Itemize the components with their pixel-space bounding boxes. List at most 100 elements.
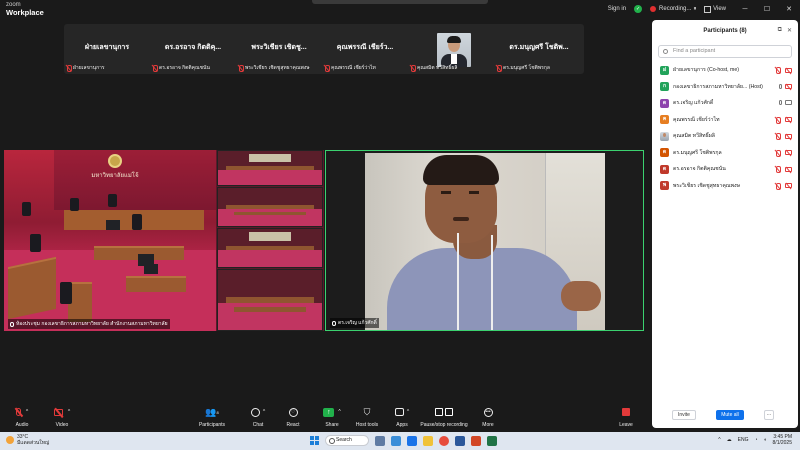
- mic-muted-icon[interactable]: [775, 116, 781, 124]
- room-cam-1: [217, 150, 323, 186]
- participant-name: ดร.อรอาจ กิตติคุณชนัน: [673, 166, 726, 173]
- chevron-up-icon[interactable]: ^: [68, 409, 70, 415]
- wifi-icon[interactable]: ◔: [754, 437, 757, 443]
- share-button[interactable]: ↑ ^ Share: [312, 406, 352, 428]
- chevron-up-icon[interactable]: ^: [263, 409, 265, 415]
- volume-icon[interactable]: ◖: [764, 437, 767, 443]
- participant-row[interactable]: ก กองเลขาธิการสภามหาวิทยาลัย... (Host): [652, 79, 798, 96]
- chevron-up-icon[interactable]: ^: [718, 437, 720, 443]
- zoom-app-icon[interactable]: [407, 435, 417, 446]
- host-tools-button[interactable]: ⛉ Host tools: [347, 406, 387, 429]
- participant-name: คุณสมิต ทวีสิทธิ์ผลิ: [673, 133, 715, 140]
- video-off-icon[interactable]: [785, 117, 792, 122]
- search-icon: [663, 49, 668, 54]
- mic-muted-icon[interactable]: [775, 67, 781, 74]
- chrome-icon[interactable]: [439, 435, 449, 446]
- gallery-tile[interactable]: ฝ่ายเลขานุการ ฝ่ายเลขานุการ: [64, 24, 150, 74]
- recording-indicator[interactable]: Recording... ⏸: [650, 6, 696, 13]
- leave-button[interactable]: Leave: [606, 406, 646, 428]
- word-icon[interactable]: [455, 435, 465, 446]
- video-button[interactable]: ^ Video: [42, 406, 82, 428]
- more-dots-icon: •••: [483, 407, 493, 417]
- active-speaker-video[interactable]: ดร.เจริญ แก้วศักดิ์: [325, 150, 644, 331]
- gallery-tile[interactable]: พระวิเชียร เชิดชู... พระวิเชียร เชิดชูสุ…: [236, 24, 322, 74]
- system-tray: ^ ☁ ENG ◔ ◖ 3:45 PM 8/1/2025: [718, 434, 792, 446]
- sign-in-link[interactable]: Sign in: [608, 6, 626, 12]
- cloud-icon[interactable]: ☁: [727, 437, 732, 443]
- video-name-label: ดร.เจริญ แก้วศักดิ์: [330, 318, 379, 328]
- participant-row[interactable]: คุณสมิต ทวีสิทธิ์ผลิ: [652, 128, 798, 145]
- chevron-up-icon[interactable]: ^: [338, 409, 340, 415]
- close-panel-icon[interactable]: ✕: [787, 27, 792, 34]
- participants-button[interactable]: 👥 8 Participants: [192, 406, 232, 429]
- video-off-icon[interactable]: [785, 67, 792, 73]
- apps-button[interactable]: ^ Apps: [382, 406, 422, 428]
- language-indicator[interactable]: ENG: [738, 437, 749, 443]
- mic-muted-icon[interactable]: [775, 182, 781, 190]
- taskbar-search-box[interactable]: Search: [325, 435, 369, 446]
- excel-icon[interactable]: [487, 435, 497, 446]
- windows-taskbar: 33°C มีแดดส่วนใหญ่ Search ^ ☁ ENG ◔ ◖ 3:4…: [0, 432, 800, 450]
- mic-muted-icon[interactable]: [775, 149, 781, 157]
- react-button[interactable]: ♡ React: [273, 406, 313, 428]
- avatar: [660, 131, 669, 141]
- participant-row[interactable]: ด ดร.มนุญศรี โชติพรกุล: [652, 145, 798, 162]
- video-off-icon[interactable]: [785, 83, 792, 89]
- chevron-up-icon[interactable]: ^: [26, 409, 28, 415]
- more-options-button[interactable]: ...: [764, 410, 774, 420]
- mic-muted-icon[interactable]: [775, 133, 781, 140]
- file-explorer-icon[interactable]: [423, 435, 433, 446]
- weather-widget[interactable]: 33°C มีแดดส่วนใหญ่: [6, 434, 49, 446]
- participant-row[interactable]: พ พระวิเชียร เชิดชูสุทธาคุณพงษ: [652, 178, 798, 195]
- room-cam-2: [217, 187, 323, 227]
- video-off-icon[interactable]: [785, 150, 792, 155]
- encryption-shield-icon[interactable]: ✓: [634, 5, 643, 13]
- mic-icon[interactable]: [779, 83, 782, 89]
- maximize-icon[interactable]: ☐: [756, 5, 778, 13]
- chevron-up-icon[interactable]: ^: [407, 409, 409, 415]
- edge-icon[interactable]: [391, 435, 401, 446]
- video-off-icon[interactable]: [785, 166, 792, 172]
- gallery-tile[interactable]: คุณสมิต ทวีสิทธิ์ผลิ: [408, 24, 494, 74]
- mic-muted-icon: [15, 408, 21, 416]
- mute-all-button[interactable]: Mute all: [716, 410, 744, 420]
- title-bar-controls: Sign in ✓ Recording... ⏸ View ─ ☐ ✕: [608, 3, 800, 15]
- participant-search-input[interactable]: Find a participant: [658, 45, 792, 58]
- close-icon[interactable]: ✕: [778, 5, 800, 13]
- participant-name: ดร.มนุญศรี โชติพรกุล: [673, 149, 722, 156]
- audio-button[interactable]: ^ Audio: [2, 406, 42, 428]
- windows-start-icon[interactable]: [310, 436, 319, 445]
- chat-button[interactable]: ^ Chat: [238, 406, 278, 428]
- drag-handle[interactable]: [312, 0, 488, 4]
- mic-muted-icon: [496, 65, 502, 72]
- participant-row[interactable]: ค คุณพรรณี เชียร์ว่าไท: [652, 112, 798, 129]
- invite-button[interactable]: Invite: [672, 410, 696, 420]
- mic-icon[interactable]: [779, 100, 782, 105]
- gallery-tile[interactable]: ดร.มนุญศรี โชติพ... ดร.มนุญศรี โชติพรกุล: [494, 24, 584, 74]
- mic-muted-icon[interactable]: [775, 166, 781, 173]
- task-view-icon[interactable]: [375, 435, 385, 446]
- participant-row[interactable]: ฝ ฝ่ายเลขานุการ (Co-host, me): [652, 62, 798, 79]
- popout-icon[interactable]: ⧉: [778, 27, 782, 34]
- participants-icon: 👥: [205, 406, 217, 417]
- participant-name: กองเลขาธิการสภามหาวิทยาลัย... (Host): [673, 83, 763, 90]
- video-icon[interactable]: [785, 100, 792, 105]
- avatar: ด: [660, 98, 669, 108]
- avatar: ด: [660, 164, 669, 174]
- participant-name: คุณพรรณี เชียร์ว่าไท: [673, 116, 720, 123]
- view-button[interactable]: View: [704, 5, 726, 13]
- avatar: ด: [660, 148, 669, 158]
- pause-stop-recording-button[interactable]: Pause/stop recording: [420, 406, 468, 428]
- gallery-tile[interactable]: ดร.อรอาจ กิตติคุ... ดร.อรอาจ กิตติคุณชนั…: [150, 24, 236, 74]
- gallery-tile[interactable]: คุณพรรณี เชียร์ว... คุณพรรณี เชียร์ว่าไท: [322, 24, 408, 74]
- avatar: ก: [660, 82, 669, 92]
- clock[interactable]: 3:45 PM 8/1/2025: [773, 434, 792, 446]
- participant-row[interactable]: ด ดร.อรอาจ กิตติคุณชนัน: [652, 161, 798, 178]
- meeting-room-video[interactable]: มหาวิทยาลัยแม่โจ้ ห้องประชุม กองเลขาธิกา…: [4, 150, 324, 331]
- more-button[interactable]: ••• More: [468, 406, 508, 428]
- participant-row[interactable]: ด ดร.เจริญ แก้วศักดิ์: [652, 95, 798, 112]
- video-off-icon[interactable]: [785, 133, 792, 139]
- powerpoint-icon[interactable]: [471, 435, 481, 446]
- video-off-icon[interactable]: [785, 183, 792, 188]
- minimize-icon[interactable]: ─: [734, 6, 756, 13]
